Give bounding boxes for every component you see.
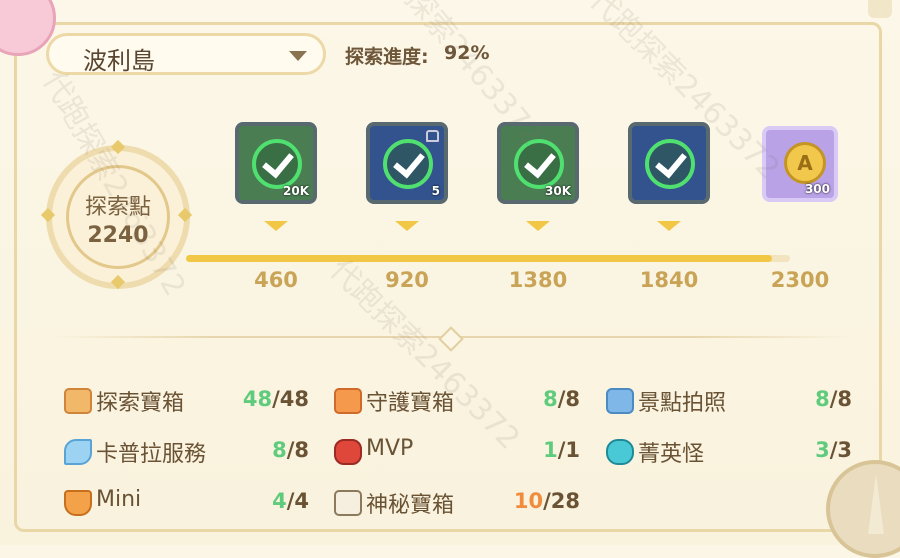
milestone-chevron-icon: [264, 221, 288, 231]
guardian-chest-icon: [334, 388, 362, 414]
stat-count: 10/28: [513, 489, 580, 513]
stat-label: 菁英怪: [638, 442, 705, 467]
stat-done: 8: [815, 387, 830, 411]
treasure-chest-icon: [64, 388, 92, 414]
stat-done: 3: [815, 438, 830, 462]
stat-label: 探索寶箱: [96, 391, 185, 416]
milestone-value: 920: [385, 268, 429, 292]
stat-total: 4: [294, 489, 309, 513]
stat-count: 8/8: [272, 438, 309, 462]
stat-total: 8: [294, 438, 309, 462]
stat-scenic-photo: 景點拍照 8/8: [606, 385, 852, 416]
points-title: 探索點: [84, 195, 151, 220]
mystery-chest-icon: [334, 490, 362, 516]
feather-icon: [64, 439, 92, 465]
stat-label: MVP: [366, 436, 414, 461]
stat-total: 1: [565, 438, 580, 462]
claimed-check-icon: [383, 139, 433, 189]
progress-value: 92%: [444, 42, 490, 64]
mvp-demon-icon: [334, 439, 362, 465]
stat-done: 8: [272, 438, 287, 462]
milestone-chevron-icon: [395, 221, 419, 231]
stat-label: 守護寶箱: [366, 391, 455, 416]
stat-explore-chest: 探索寶箱 48/48: [64, 385, 309, 416]
stat-total: 28: [550, 489, 580, 513]
mini-fox-icon: [64, 490, 92, 516]
milestone-value: 2300: [770, 268, 830, 292]
stat-count: 3/3: [815, 438, 852, 462]
claimed-check-icon: [645, 139, 695, 189]
progress-track: [186, 255, 790, 262]
stat-done: 8: [543, 387, 558, 411]
milestone-chevron-icon: [657, 221, 681, 231]
stat-label: 景點拍照: [638, 391, 727, 416]
stat-count: 48/48: [242, 387, 309, 411]
milestone-reward-3[interactable]: 30K: [497, 122, 579, 204]
milestone-value: 1840: [639, 268, 699, 292]
exploration-points-medallion: 探索點 2240: [40, 139, 193, 290]
chevron-down-icon: [289, 51, 307, 61]
stat-mystery-chest: 神秘寶箱 10/28: [334, 487, 580, 518]
milestone-reward-1[interactable]: 20K: [235, 122, 317, 204]
stat-label: Mini: [96, 487, 142, 512]
elite-skull-icon: [606, 439, 634, 465]
stat-count: 1/1: [543, 438, 580, 462]
milestone-reward-4[interactable]: [628, 122, 710, 204]
stat-mini: Mini 4/4: [64, 487, 309, 517]
milestone-value: 460: [254, 268, 298, 292]
camera-icon: [606, 388, 634, 414]
reward-quantity: 30K: [545, 184, 571, 198]
progress-track-fill: [186, 255, 772, 262]
stat-label: 神秘寶箱: [366, 493, 455, 518]
stat-done: 4: [272, 489, 287, 513]
stat-count: 4/4: [272, 489, 309, 513]
milestone-reward-5[interactable]: A 300: [762, 126, 838, 202]
stat-count: 8/8: [543, 387, 580, 411]
region-dropdown-value: 波利島: [83, 47, 155, 75]
stat-done: 48: [242, 387, 273, 411]
stat-done: 1: [543, 438, 558, 462]
exploration-panel: 波利島 探索進度: 92% 探索點 2240 20K 5 30K A 300 4…: [0, 0, 900, 558]
milestone-chevron-icon: [526, 221, 550, 231]
stat-elite-monster: 菁英怪 3/3: [606, 436, 852, 467]
reward-quantity: 5: [431, 184, 440, 198]
stat-done: 10: [513, 489, 544, 513]
stat-label: 卡普拉服務: [96, 442, 207, 467]
stat-total: 3: [837, 438, 852, 462]
claimed-check-icon: [252, 139, 302, 189]
stat-total: 48: [279, 387, 309, 411]
milestone-value: 1380: [508, 268, 568, 292]
milestone-reward-2[interactable]: 5: [366, 122, 448, 204]
stat-total: 8: [837, 387, 852, 411]
claimed-check-icon: [514, 139, 564, 189]
lock-icon: [426, 130, 439, 142]
reward-quantity: 20K: [283, 184, 309, 198]
points-value: 2240: [87, 223, 149, 248]
stat-total: 8: [565, 387, 580, 411]
stat-mvp: MVP 1/1: [334, 436, 580, 466]
a-coin-icon: A: [784, 142, 826, 184]
reward-quantity: 300: [804, 182, 830, 196]
corner-tab: [868, 0, 892, 18]
stat-guardian-chest: 守護寶箱 8/8: [334, 385, 580, 416]
diamond-ornament: [110, 274, 126, 290]
stat-count: 8/8: [815, 387, 852, 411]
progress-label: 探索進度:: [345, 46, 429, 68]
stat-kafra-service: 卡普拉服務 8/8: [64, 436, 309, 467]
region-dropdown[interactable]: 波利島: [46, 33, 326, 75]
